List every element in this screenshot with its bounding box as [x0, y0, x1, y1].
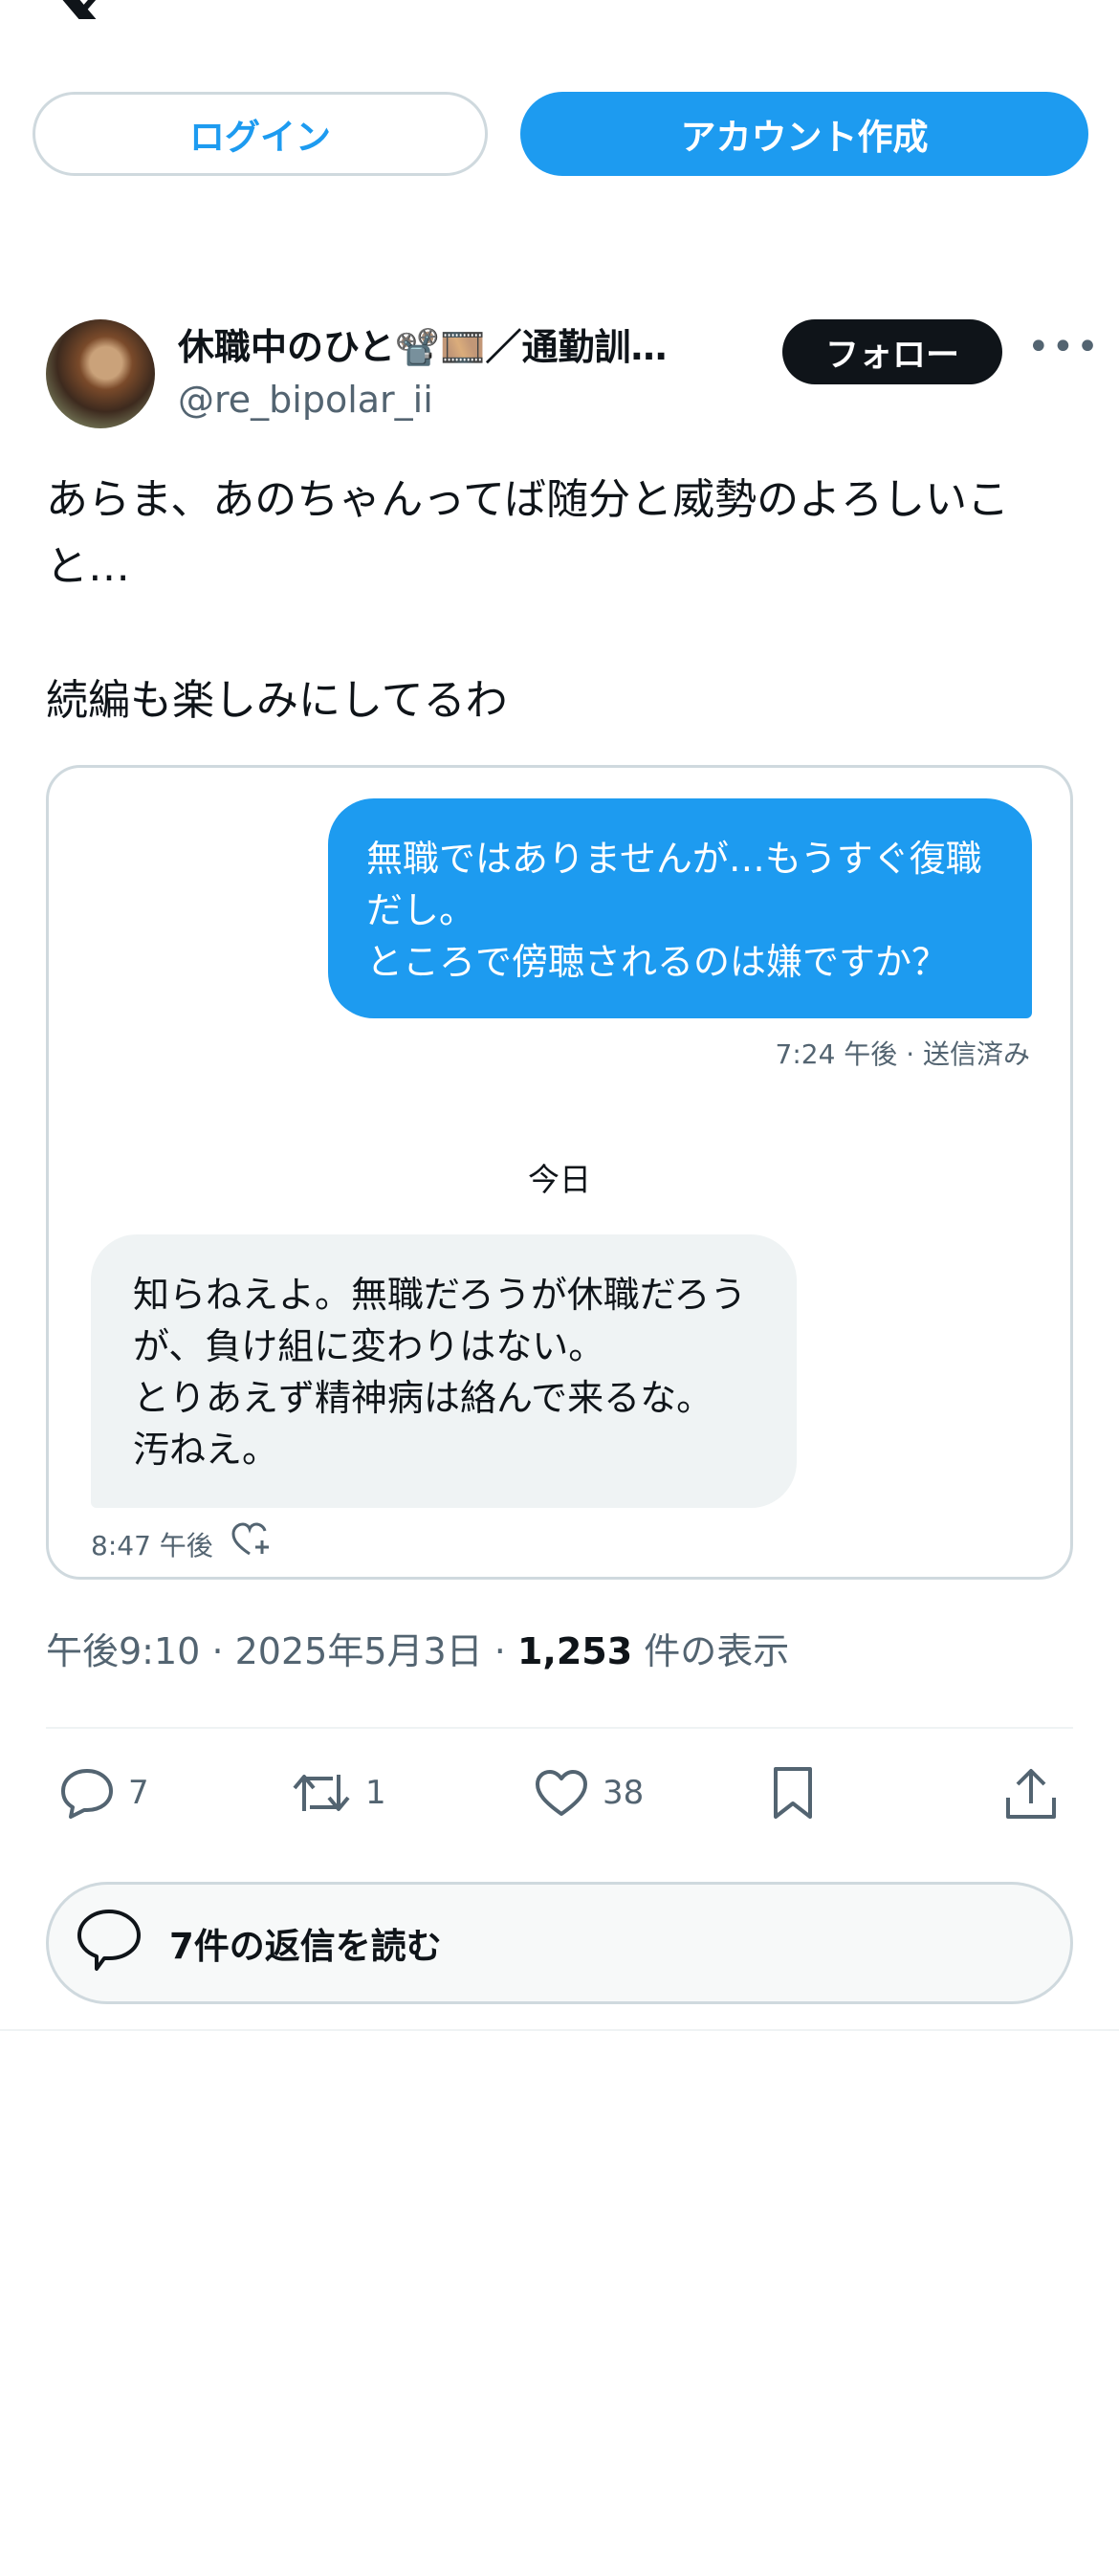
read-replies-button[interactable]: 7件の返信を読む [46, 1882, 1073, 2004]
views-label: 件の表示 [644, 1630, 790, 1672]
tweet-date[interactable]: 2025年5月3日 [235, 1630, 483, 1672]
outgoing-message-meta: 7:24 午後 · 送信済み [775, 1038, 1030, 1070]
retweet-button[interactable]: 1 [291, 1759, 386, 1826]
share-icon [1004, 1765, 1058, 1821]
read-replies-label: 7件の返信を読む [169, 1926, 442, 1967]
incoming-message-bubble: 知らねえよ。無職だろうが休職だろうが、負け組に変わりはない。 とりあえず精神病は… [91, 1234, 797, 1508]
outgoing-message-bubble: 無職ではありませんが…もうすぐ復職だし。 ところで傍聴されるのは嫌ですか？ [328, 798, 1032, 1018]
speech-bubble-icon [74, 1906, 144, 1981]
bookmark-button[interactable] [771, 1759, 815, 1826]
follow-button[interactable]: フォロー [782, 319, 1002, 384]
retweet-icon [291, 1767, 352, 1819]
like-count: 38 [603, 1774, 645, 1812]
tweet-text: あらま、あのちゃんってば随分と威勢のよろしいこと… 続編も楽しみにしてるわ [46, 475, 1010, 725]
retweet-count: 1 [365, 1774, 386, 1812]
meta-separator: · [494, 1630, 506, 1672]
date-separator: 今日 [528, 1161, 591, 1198]
meta-separator: · [211, 1630, 224, 1672]
more-icon[interactable]: ••• [1027, 325, 1101, 369]
like-button[interactable]: 38 [534, 1759, 644, 1826]
heart-plus-icon [230, 1521, 273, 1566]
x-logo-icon[interactable] [46, 0, 113, 19]
share-button[interactable] [1004, 1759, 1058, 1826]
attached-image-card[interactable]: 無職ではありませんが…もうすぐ復職だし。 ところで傍聴されるのは嫌ですか？ 7:… [46, 765, 1073, 1580]
like-icon [534, 1768, 589, 1818]
reply-count: 7 [128, 1774, 149, 1812]
reply-icon [59, 1767, 115, 1819]
reply-button[interactable]: 7 [59, 1759, 149, 1826]
incoming-message-meta: 8:47 午後 [91, 1521, 273, 1566]
author-display-name[interactable]: 休職中のひと📽️🎞️／通勤訓… [178, 317, 733, 370]
create-account-button[interactable]: アカウント作成 [520, 92, 1088, 176]
divider [0, 2029, 1119, 2031]
bookmark-icon [771, 1765, 815, 1821]
tweet-time[interactable]: 午後9:10 [46, 1630, 200, 1672]
login-button[interactable]: ログイン [33, 92, 488, 176]
incoming-message-time: 8:47 午後 [91, 1529, 213, 1561]
divider [46, 1727, 1073, 1729]
tweet-meta: 午後9:10 · 2025年5月3日 · 1,253 件の表示 [46, 1622, 789, 1674]
author-handle[interactable]: @re_bipolar_ii [178, 379, 433, 421]
views-count: 1,253 [516, 1630, 633, 1672]
avatar[interactable] [46, 319, 155, 428]
